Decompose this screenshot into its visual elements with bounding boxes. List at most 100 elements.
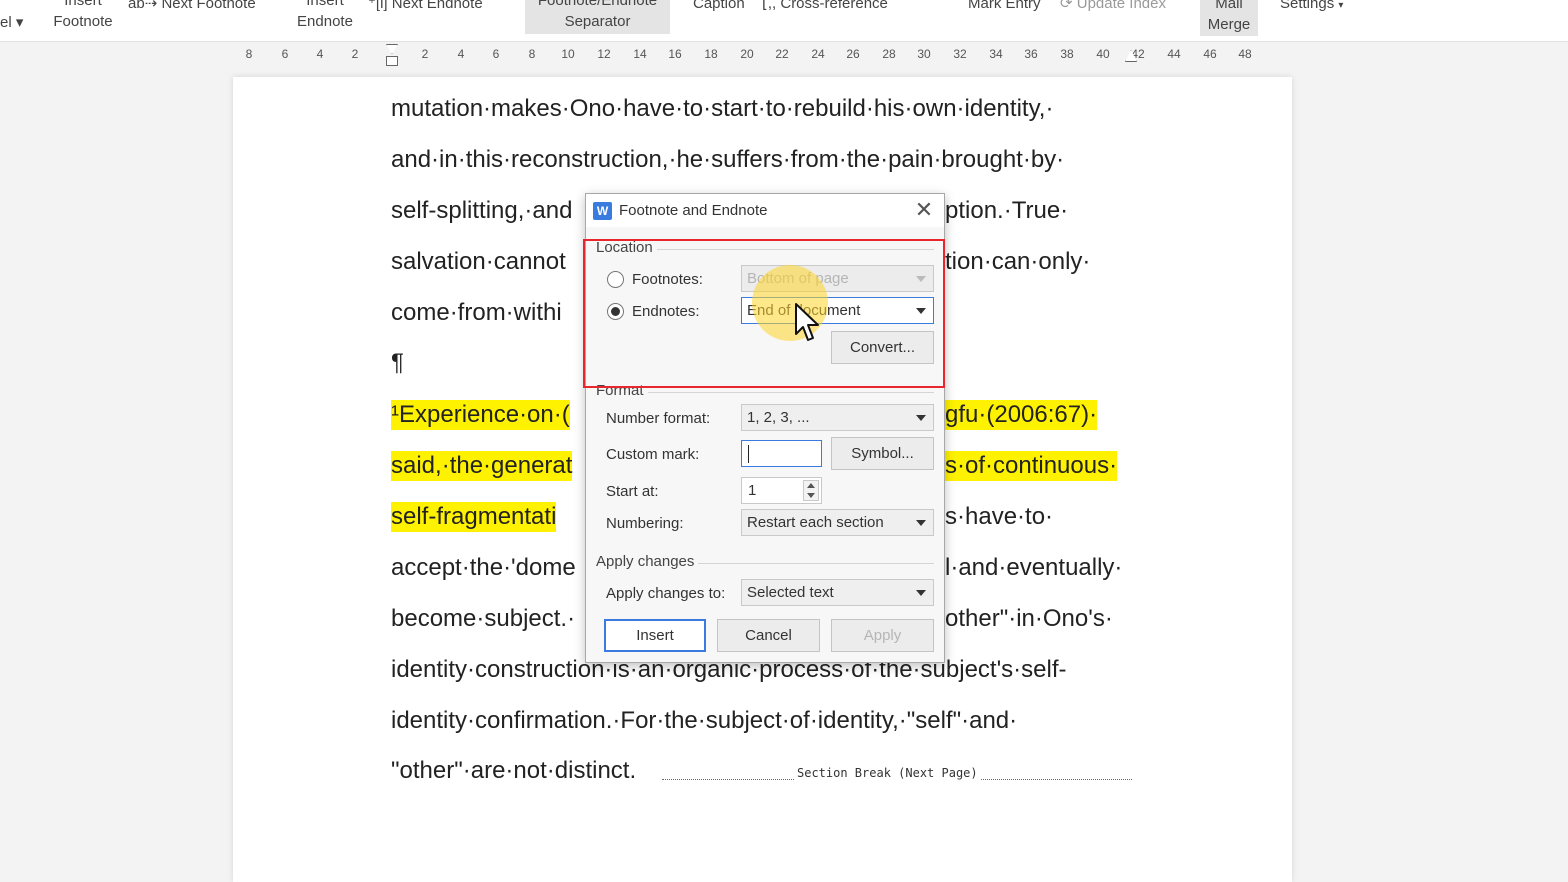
doc-line: "other"·are·not·distinct.	[391, 757, 637, 784]
ruler-tick: 38	[1060, 47, 1074, 61]
numbering-value: Restart each section	[747, 514, 884, 531]
chevron-down-icon: ▾	[1338, 0, 1344, 11]
left-indent-marker[interactable]	[386, 56, 398, 66]
mark-entry-button[interactable]: Mark Entry	[968, 0, 1041, 14]
next-endnote-button[interactable]: ⁺[i] Next Endnote	[368, 0, 483, 14]
ruler-tick: 10	[561, 47, 575, 61]
custom-mark-input[interactable]	[741, 440, 822, 467]
ruler-tick: 46	[1203, 47, 1217, 61]
ruler-tick: 4	[316, 47, 324, 61]
wps-writer-icon: W	[593, 202, 612, 220]
ribbon-left-fragment[interactable]: el ▾	[0, 12, 23, 33]
highlighted-line: self-fragmentati	[391, 502, 557, 532]
horizontal-ruler[interactable]: 8 6 4 2 2 4 6 8 10 12 14 16 18 20 22 24 …	[0, 42, 1568, 68]
chevron-down-icon	[916, 590, 926, 596]
ruler-tick: 8	[245, 47, 253, 61]
symbol-button[interactable]: Symbol...	[831, 437, 934, 470]
number-format-value: 1, 2, 3, ...	[747, 409, 810, 426]
next-footnote-button[interactable]: ab⇢ Next Footnote	[128, 0, 256, 14]
apply-changes-to-value: Selected text	[747, 584, 834, 601]
cross-reference-button[interactable]: ⌊,, Cross-reference	[762, 0, 888, 14]
section-break-label: Section Break (Next Page)	[795, 766, 980, 780]
doc-line: ption.·True·	[945, 197, 1069, 224]
mail-merge-button[interactable]: Mail Merge	[1200, 0, 1258, 35]
insert-footnote-button[interactable]: Insert Footnote	[48, 0, 118, 32]
highlighted-line: said,·the·generat	[391, 451, 573, 481]
ruler-tick: 24	[811, 47, 825, 61]
custom-mark-label: Custom mark:	[606, 446, 700, 463]
start-at-value: 1	[748, 482, 757, 499]
ruler-tick: 44	[1167, 47, 1181, 61]
insert-endnote-button[interactable]: Insert Endnote	[292, 0, 358, 32]
caption-button[interactable]: Caption	[693, 0, 745, 14]
doc-line: s·have·to·	[945, 503, 1054, 530]
update-index-icon: ⟳	[1060, 0, 1073, 12]
ruler-tick: 4	[457, 47, 465, 61]
ruler-tick: 22	[775, 47, 789, 61]
cancel-button[interactable]: Cancel	[717, 619, 820, 652]
mouse-pointer-icon	[795, 303, 819, 341]
ruler-tick: 14	[633, 47, 647, 61]
stepper-buttons[interactable]	[803, 480, 819, 501]
numbering-label: Numbering:	[606, 515, 684, 532]
next-endnote-icon: ⁺[i]	[368, 0, 388, 12]
doc-line: salvation·cannot	[391, 248, 566, 275]
doc-line: tion·can·only·	[945, 248, 1091, 275]
highlighted-line: gfu·(2006:67)·	[945, 400, 1098, 430]
update-index-button[interactable]: ⟳ Update Index	[1060, 0, 1166, 14]
dialog-title-bar[interactable]: W Footnote and Endnote ✕	[586, 194, 944, 227]
insert-button[interactable]: Insert	[604, 619, 706, 652]
first-line-indent-marker[interactable]	[386, 44, 398, 54]
ruler-tick: 48	[1238, 47, 1252, 61]
pilcrow-mark: ¶	[391, 349, 404, 376]
doc-line: identity·confirmation.·For·the·subject·o…	[391, 707, 1018, 734]
ruler-tick: 16	[668, 47, 682, 61]
doc-line: mutation·makes·Ono·have·to·start·to·rebu…	[391, 95, 1054, 122]
ruler-tick: 2	[421, 47, 429, 61]
cross-reference-icon: ⌊,,	[762, 0, 777, 12]
text-caret	[748, 445, 749, 463]
apply-changes-to-label: Apply changes to:	[606, 585, 726, 602]
stepper-down-icon[interactable]	[807, 493, 815, 498]
stepper-up-icon[interactable]	[807, 483, 815, 488]
chevron-down-icon	[916, 415, 926, 421]
settings-button[interactable]: Settings ▾	[1280, 0, 1343, 16]
start-at-label: Start at:	[606, 483, 659, 500]
dialog-title: Footnote and Endnote	[619, 202, 768, 219]
doc-line: self-splitting,·and	[391, 197, 573, 224]
ruler-tick: 26	[846, 47, 860, 61]
ruler-tick: 2	[351, 47, 359, 61]
doc-line: other"·in·Ono's·	[945, 605, 1113, 632]
next-footnote-icon: ab⇢	[128, 0, 158, 12]
ruler-tick: 32	[953, 47, 967, 61]
ruler-tick: 6	[281, 47, 289, 61]
ruler-tick: 34	[989, 47, 1003, 61]
ruler-tick: 12	[597, 47, 611, 61]
ruler-tick: 18	[704, 47, 718, 61]
ruler-tick: 6	[492, 47, 500, 61]
apply-changes-to-select[interactable]: Selected text	[741, 579, 934, 606]
doc-line: accept·the·'dome	[391, 554, 576, 581]
highlighted-line: s·of·continuous·	[945, 451, 1118, 481]
ruler-tick: 8	[528, 47, 536, 61]
footnote-separator-button[interactable]: Footnote/Endnote Separator	[525, 0, 670, 32]
start-at-stepper[interactable]: 1	[741, 477, 822, 504]
ruler-tick: 40	[1096, 47, 1110, 61]
apply-button[interactable]: Apply	[831, 619, 934, 652]
chevron-down-icon	[916, 520, 926, 526]
doc-line: become·subject.·	[391, 605, 576, 632]
ruler-tick: 20	[740, 47, 754, 61]
close-icon[interactable]: ✕	[912, 198, 936, 222]
ruler-tick: 28	[882, 47, 896, 61]
apply-changes-group-label: Apply changes	[596, 553, 699, 570]
ribbon-toolbar: el ▾ Insert Footnote ab⇢ Next Footnote In…	[0, 0, 1568, 42]
ruler-tick: 36	[1024, 47, 1038, 61]
ruler-tick: 30	[917, 47, 931, 61]
doc-line: come·from·withi	[391, 299, 562, 326]
doc-line: l·and·eventually·	[945, 554, 1123, 581]
number-format-label: Number format:	[606, 410, 711, 427]
number-format-select[interactable]: 1, 2, 3, ...	[741, 404, 934, 431]
numbering-select[interactable]: Restart each section	[741, 509, 934, 536]
highlighted-line: ¹Experience·on·(	[391, 400, 570, 430]
doc-line: and·in·this·reconstruction,·he·suffers·f…	[391, 146, 1065, 173]
